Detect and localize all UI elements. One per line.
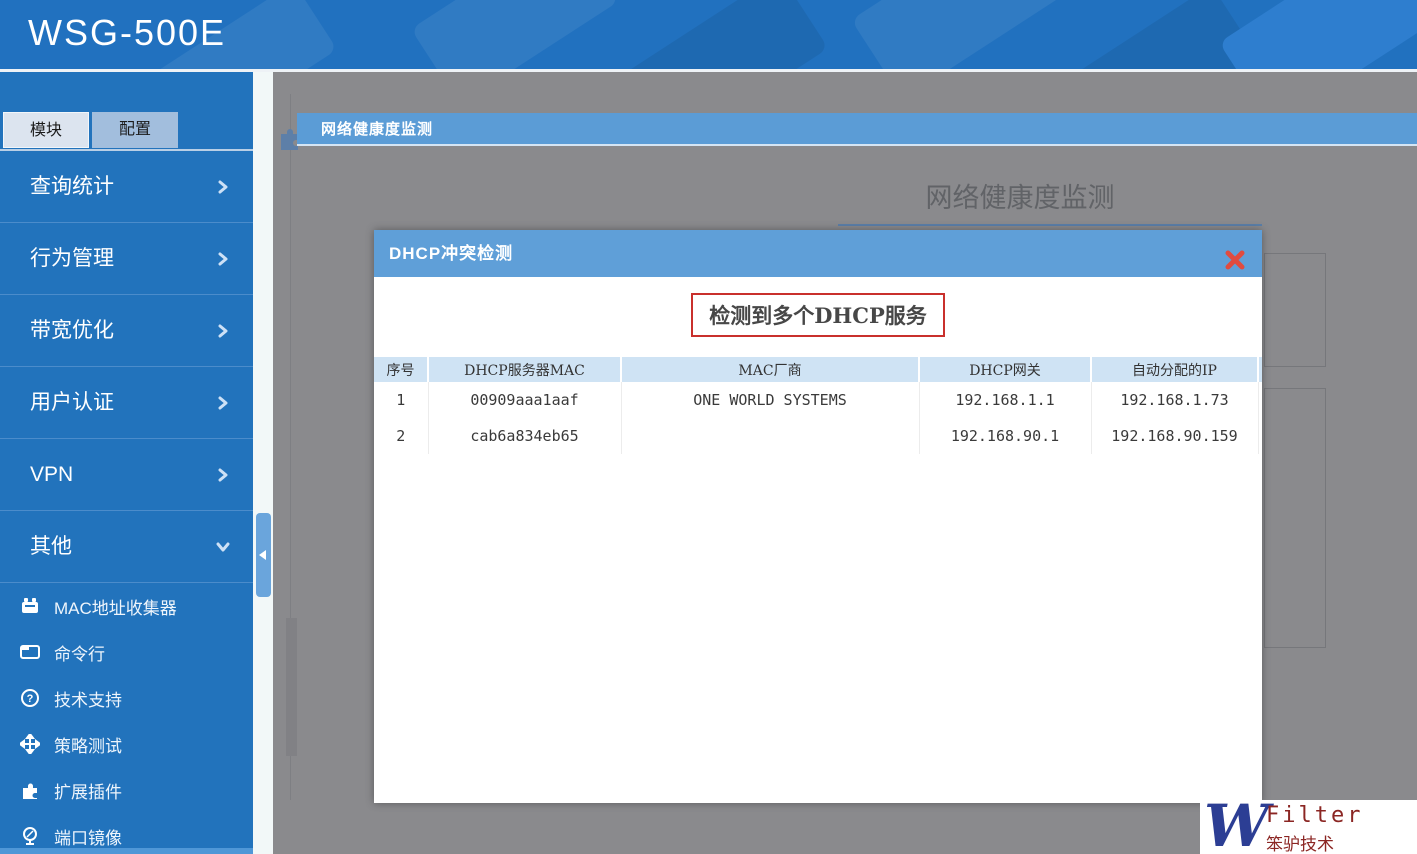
sidebar-item-label: 其他 <box>30 535 72 558</box>
table-header-row: 序号 DHCP服务器MAC MAC厂商 DHCP网关 自动分配的IP <box>374 357 1262 382</box>
top-banner: WSG-500E <box>0 0 1417 72</box>
port-mirror-icon <box>20 826 42 846</box>
sidebar-menu: 查询统计 行为管理 带宽优化 用户认证 VPN 其他 <box>0 151 253 583</box>
chevron-right-icon <box>215 323 231 339</box>
dimmed-scrollbar <box>286 618 297 756</box>
cell-assigned-ip: 192.168.1.73 <box>1091 382 1259 418</box>
sidebar-item-label: VPN <box>30 463 74 486</box>
vendor-watermark: W Filter 笨驴技术 <box>1200 800 1417 854</box>
keyboard-key-decoration <box>410 0 620 69</box>
cell-mac-vendor: ONE WORLD SYSTEMS <box>621 382 920 418</box>
column-header: 序号 <box>374 357 428 382</box>
sidebar-item-behavior-mgmt[interactable]: 行为管理 <box>0 223 253 295</box>
chevron-right-icon <box>215 179 231 195</box>
sidebar-item-label: 策略测试 <box>54 736 122 756</box>
sidebar-gutter <box>253 72 273 854</box>
sidebar-item-other[interactable]: 其他 <box>0 511 253 583</box>
sidebar-item-query-stats[interactable]: 查询统计 <box>0 151 253 223</box>
page-header-title: 网络健康度监测 <box>321 121 434 138</box>
sidebar-item-user-auth[interactable]: 用户认证 <box>0 367 253 439</box>
chevron-right-icon <box>215 467 231 483</box>
sidebar-item-label: 带宽优化 <box>30 319 114 342</box>
app-logo: WSG-500E <box>28 12 227 53</box>
mac-collector-icon <box>20 596 42 616</box>
sidebar-item-label: 命令行 <box>54 644 105 664</box>
table-row: 1 00909aaa1aaf ONE WORLD SYSTEMS 192.168… <box>374 382 1262 418</box>
alert-message: 检测到多个DHCP服务 <box>691 293 945 337</box>
dhcp-conflict-modal: DHCP冲突检测 检测到多个DHCP服务 序号 DHCP服务器MAC MAC厂商… <box>374 230 1262 803</box>
cell-filler <box>1258 418 1262 454</box>
cell-gateway: 192.168.1.1 <box>919 382 1092 418</box>
tab-modules[interactable]: 模块 <box>3 112 89 148</box>
close-icon[interactable] <box>1224 242 1246 270</box>
dimmed-panel-top-border <box>838 224 1262 226</box>
tab-config[interactable]: 配置 <box>92 112 178 148</box>
sidebar-item-label: 查询统计 <box>30 175 114 198</box>
watermark-brand: Filter <box>1266 803 1364 828</box>
cell-gateway: 192.168.90.1 <box>919 418 1092 454</box>
keyboard-key-decoration <box>851 0 1079 69</box>
table-row: 2 cab6a834eb65 192.168.90.1 192.168.90.1… <box>374 418 1262 454</box>
sidebar-item-tech-support[interactable]: ? 技术支持 <box>0 675 253 721</box>
cell-index: 1 <box>374 382 429 418</box>
cell-filler <box>1258 382 1262 418</box>
modal-title: DHCP冲突检测 <box>389 244 514 263</box>
keyboard-key-decoration <box>1218 0 1417 69</box>
sidebar-submenu-other: MAC地址收集器 命令行 ? 技术支持 策略测试 扩展插件 端口镜像 <box>0 583 253 854</box>
sidebar-collapse-handle[interactable] <box>256 513 271 597</box>
chevron-right-icon <box>215 395 231 411</box>
cell-assigned-ip: 192.168.90.159 <box>1091 418 1259 454</box>
sidebar-item-label: 技术支持 <box>54 690 122 710</box>
sidebar-item-extensions[interactable]: 扩展插件 <box>0 767 253 813</box>
dimmed-panel-outline <box>1264 388 1326 648</box>
cell-index: 2 <box>374 418 429 454</box>
collapse-arrow-icon <box>259 550 266 560</box>
watermark-company: 笨驴技术 <box>1266 835 1334 854</box>
policy-test-icon <box>18 732 42 756</box>
cell-server-mac: cab6a834eb65 <box>428 418 622 454</box>
support-icon: ? <box>20 688 42 708</box>
sidebar-item-policy-test[interactable]: 策略测试 <box>0 721 253 767</box>
dimmed-page-title: 网络健康度监测 <box>925 183 1115 214</box>
chevron-down-icon <box>215 539 231 555</box>
sidebar-tabs: 模块 配置 <box>0 112 253 148</box>
modal-titlebar: DHCP冲突检测 <box>374 230 1262 277</box>
sidebar-item-bandwidth-opt[interactable]: 带宽优化 <box>0 295 253 367</box>
column-header: DHCP网关 <box>918 357 1091 382</box>
sidebar-item-label: 行为管理 <box>30 247 114 270</box>
chevron-right-icon <box>215 251 231 267</box>
cell-mac-vendor <box>621 418 920 454</box>
dimmed-panel-outline <box>1264 253 1326 367</box>
sidebar-item-mac-collector[interactable]: MAC地址收集器 <box>0 583 253 629</box>
svg-text:?: ? <box>27 693 34 705</box>
cell-server-mac: 00909aaa1aaf <box>428 382 622 418</box>
plugin-icon <box>20 780 42 800</box>
column-header: DHCP服务器MAC <box>427 357 621 382</box>
page-header-bar: 网络健康度监测 <box>297 113 1417 146</box>
sidebar-item-label: MAC地址收集器 <box>54 598 177 618</box>
sidebar-item-label: 用户认证 <box>30 391 114 414</box>
column-header-filler <box>1257 357 1262 382</box>
sidebar-item-label: 端口镜像 <box>54 828 122 848</box>
wfilter-logo: W <box>1204 800 1270 854</box>
keyboard-key-decoration <box>611 0 829 69</box>
sidebar: 模块 配置 查询统计 行为管理 带宽优化 用户认证 VPN 其他 MAC地址收集… <box>0 72 253 854</box>
sidebar-item-label: 扩展插件 <box>54 782 122 802</box>
partially-visible-item <box>0 848 253 854</box>
column-header: 自动分配的IP <box>1090 357 1258 382</box>
app-window: WSG-500E 网络健康度监测 网络健康度监测 模块 配置 查询统计 行为管理… <box>0 0 1417 854</box>
sidebar-item-vpn[interactable]: VPN <box>0 439 253 511</box>
command-line-icon <box>20 642 42 662</box>
sidebar-item-command-line[interactable]: 命令行 <box>0 629 253 675</box>
dhcp-table: 序号 DHCP服务器MAC MAC厂商 DHCP网关 自动分配的IP 1 009… <box>374 357 1262 454</box>
column-header: MAC厂商 <box>620 357 919 382</box>
